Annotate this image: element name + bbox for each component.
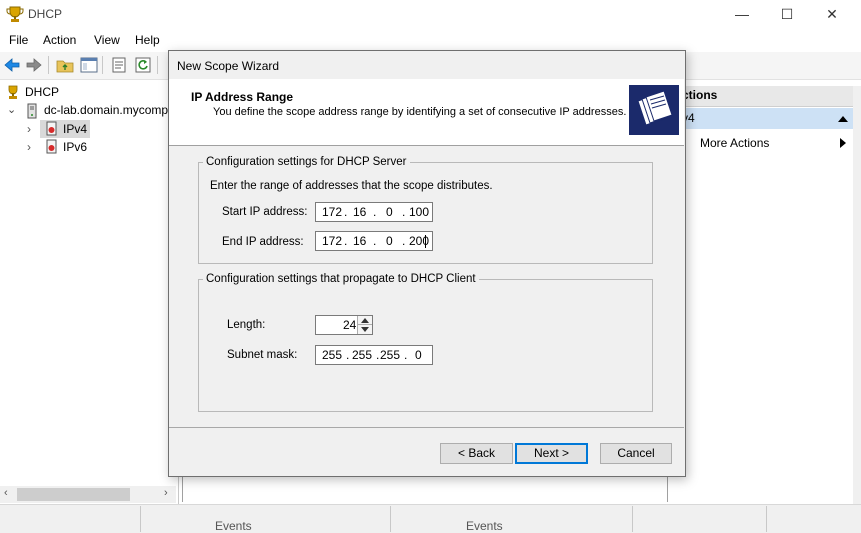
status-divider <box>632 506 633 532</box>
trophy-icon <box>6 6 24 22</box>
mask-octet-2[interactable]: 255 <box>352 348 372 362</box>
tree-item-server[interactable]: dc-lab.domain.mycomp <box>44 101 168 119</box>
start-ip-octet-2[interactable]: 16 <box>353 205 366 219</box>
menu-view[interactable]: View <box>94 33 120 47</box>
start-ip-octet-3[interactable]: 0 <box>386 205 393 219</box>
mask-octet-1[interactable]: 255 <box>322 348 342 362</box>
menu-help[interactable]: Help <box>135 33 160 47</box>
up-folder-icon[interactable] <box>56 56 74 74</box>
chevron-right-icon[interactable]: › <box>27 122 31 136</box>
length-value[interactable]: 24 <box>343 318 356 332</box>
chevron-down-icon[interactable]: ⌄ <box>7 103 16 116</box>
menu-action[interactable]: Action <box>43 33 76 47</box>
minimize-button[interactable]: — <box>719 0 765 30</box>
client-settings-group-label: Configuration settings that propagate to… <box>203 273 479 285</box>
server-icon <box>27 103 37 119</box>
end-ip-octet-1[interactable]: 172 <box>322 234 342 248</box>
text-cursor <box>425 235 426 248</box>
back-button[interactable]: < Back <box>440 443 513 464</box>
actions-title: ctions <box>682 88 718 102</box>
back-arrow-icon[interactable] <box>3 56 21 74</box>
spin-down-icon[interactable] <box>361 327 369 332</box>
start-ip-octet-1[interactable]: 172 <box>322 205 342 219</box>
refresh-icon[interactable] <box>134 56 152 74</box>
scroll-left-icon[interactable]: ‹ <box>4 487 8 499</box>
end-ip-octet-2[interactable]: 16 <box>353 234 366 248</box>
show-hide-tree-icon[interactable] <box>80 56 98 74</box>
dialog-separator <box>169 427 684 428</box>
toolbar-separator <box>102 56 103 74</box>
properties-icon[interactable] <box>110 56 128 74</box>
actions-selected-row[interactable] <box>668 108 853 129</box>
status-cell: Events <box>215 519 252 533</box>
range-instruction: Enter the range of addresses that the sc… <box>210 180 493 192</box>
menu-bar <box>0 30 861 52</box>
tree-item-dhcp[interactable]: DHCP <box>25 83 59 101</box>
start-ip-field[interactable]: 172 . 16 . 0 . 100 <box>315 202 433 222</box>
length-label: Length: <box>227 319 266 331</box>
wizard-heading: IP Address Range <box>191 90 294 104</box>
toolbar-separator <box>48 56 49 74</box>
subnet-mask-field[interactable]: 255 . 255 . 255 . 0 <box>315 345 433 365</box>
end-ip-octet-3[interactable]: 0 <box>386 234 393 248</box>
cancel-button[interactable]: Cancel <box>600 443 672 464</box>
mask-octet-4[interactable]: 0 <box>415 348 422 362</box>
subnet-mask-label: Subnet mask: <box>227 349 298 361</box>
length-spinner[interactable]: 24 <box>315 315 373 335</box>
end-ip-octet-4[interactable]: 200 <box>409 234 429 248</box>
forward-arrow-icon[interactable] <box>25 56 43 74</box>
wizard-subheading: You define the scope address range by id… <box>213 106 627 118</box>
more-actions-item[interactable]: More Actions <box>700 136 769 150</box>
scrollbar-thumb[interactable] <box>17 488 130 501</box>
status-cell: Events <box>466 519 503 533</box>
end-ip-field[interactable]: 172 . 16 . 0 . 200 <box>315 231 433 251</box>
status-divider <box>390 506 391 532</box>
toolbar-separator <box>157 56 158 74</box>
chevron-right-icon[interactable]: › <box>27 140 31 154</box>
spin-up-icon[interactable] <box>361 318 369 323</box>
window-title: DHCP <box>28 7 63 21</box>
menu-file[interactable]: File <box>9 33 28 47</box>
scroll-right-icon[interactable]: › <box>164 487 168 499</box>
actions-scrollbar[interactable] <box>853 86 861 504</box>
maximize-button[interactable]: ☐ <box>764 0 810 30</box>
next-button[interactable]: Next > <box>515 443 588 464</box>
wizard-folder-icon <box>629 85 679 135</box>
tree-item-ipv4[interactable]: IPv4 <box>63 120 87 138</box>
server-settings-group-label: Configuration settings for DHCP Server <box>203 156 410 168</box>
end-ip-label: End IP address: <box>222 236 304 248</box>
status-bar <box>0 504 861 533</box>
ipv4-icon <box>46 121 57 136</box>
tree-item-ipv6[interactable]: IPv6 <box>63 138 87 156</box>
status-divider <box>766 506 767 532</box>
dialog-title: New Scope Wizard <box>177 59 280 73</box>
trophy-icon <box>8 85 18 99</box>
start-ip-label: Start IP address: <box>222 206 308 218</box>
collapse-up-icon[interactable] <box>838 115 848 122</box>
submenu-arrow-icon <box>840 138 846 148</box>
close-button[interactable]: ✕ <box>809 0 855 30</box>
status-divider <box>140 506 141 532</box>
mask-octet-3[interactable]: 255 <box>380 348 400 362</box>
ipv6-icon <box>46 139 57 154</box>
horizontal-scrollbar[interactable]: ‹ › <box>0 486 176 503</box>
start-ip-octet-4[interactable]: 100 <box>409 205 429 219</box>
